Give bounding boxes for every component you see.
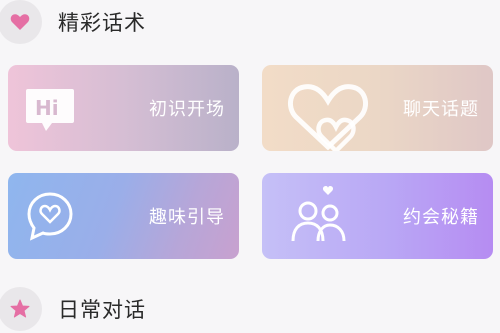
card-chat-topics[interactable]: 聊天话题 xyxy=(262,65,493,151)
heart-chat-icon xyxy=(27,192,73,241)
star-icon xyxy=(10,299,30,318)
section-icon-badge xyxy=(0,0,42,44)
card-label: 初识开场 xyxy=(149,99,225,120)
card-label: 约会秘籍 xyxy=(403,207,479,228)
card-dating-tips[interactable]: 约会秘籍 xyxy=(262,173,493,259)
card-first-meeting[interactable]: Hi 初识开场 xyxy=(8,65,239,151)
card-label: 聊天话题 xyxy=(403,99,479,120)
section-title: 日常对话 xyxy=(58,298,146,322)
svg-text:Hi: Hi xyxy=(35,96,59,120)
hi-bubble-icon: Hi xyxy=(26,89,74,131)
section-title: 精彩话术 xyxy=(58,11,146,35)
hearts-icon xyxy=(287,84,369,151)
heart-icon xyxy=(10,14,30,30)
card-fun-guidance[interactable]: 趣味引导 xyxy=(8,173,239,259)
card-label: 趣味引导 xyxy=(149,207,225,228)
section-icon-badge xyxy=(0,287,42,331)
couple-icon xyxy=(291,186,346,242)
